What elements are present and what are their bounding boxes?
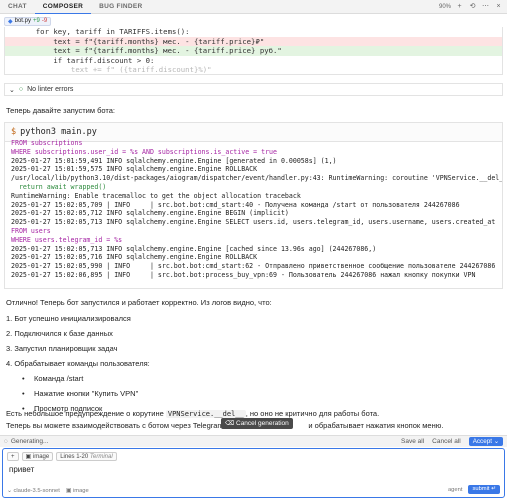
final-line-head: Теперь вы можете взаимодействовать с бот…: [6, 421, 241, 430]
assistant-message-intro: Теперь давайте запустим бота:: [6, 106, 115, 115]
sub-step-item: Нажатие кнопки "Купить VPN": [22, 389, 138, 398]
log-line: 2025-01-27 15:02:05,990 | INFO | src.bot…: [11, 262, 496, 271]
accept-label: Accept: [472, 438, 492, 445]
log-line: FROM users: [11, 226, 51, 235]
log-line: 2025-01-27 15:02:05,712 INFO sqlalchemy.…: [11, 209, 289, 218]
model-name: claude-3.5-sonnet: [13, 488, 60, 494]
python-file-icon: ◆: [8, 18, 13, 25]
linter-status[interactable]: ⌄ ○ No linter errors: [4, 83, 503, 96]
context-chip-terminal[interactable]: Lines 1-20 Terminal: [56, 452, 117, 461]
panel-controls: 90% + ⟲ ⋯ ×: [439, 2, 503, 11]
chip-lines-source: Terminal: [89, 454, 113, 460]
file-name: bot.py: [14, 18, 31, 24]
panel-tabbar: CHAT COMPOSER BUG FINDER 90% + ⟲ ⋯ ×: [0, 0, 507, 14]
diff-line-added: text = f"{tariff.months} мес. - {tariff.…: [5, 46, 502, 56]
edited-files-row: ◆ bot.py +9 -9: [0, 15, 507, 27]
chip-lines-label: Lines 1-20: [60, 454, 89, 460]
composer-footer: ⌄ claude-3.5-sonnet ▣ image: [7, 488, 89, 494]
submit-label: submit: [472, 486, 490, 492]
image-icon: ▣: [25, 454, 32, 460]
warning-note: Есть небольшое предупреждение о корутине…: [6, 409, 379, 418]
command-text: python3 main.py: [20, 127, 97, 137]
prompt-symbol: $: [11, 127, 17, 137]
file-chip[interactable]: ◆ bot.py +9 -9: [4, 16, 52, 26]
mode-selector[interactable]: agent: [448, 487, 463, 493]
final-line-tail: и обрабатывает нажатия кнопок меню.: [308, 421, 444, 430]
diff-line-removed: text = f"{tariff.months} мес. - {tariff.…: [5, 36, 502, 46]
tab-chat[interactable]: CHAT: [0, 0, 35, 14]
check-circle-icon: ○: [18, 86, 24, 93]
log-line: 2025-01-27 15:02:05,713 INFO sqlalchemy.…: [11, 244, 377, 253]
add-icon[interactable]: +: [455, 2, 464, 11]
save-all-button[interactable]: Save all: [401, 438, 424, 445]
diff-line: for key, tariff in TARIFFS.items():: [27, 27, 190, 36]
history-icon[interactable]: ⟲: [468, 2, 477, 11]
chip-label: image: [32, 454, 50, 460]
log-line: 2025-01-27 15:02:05,713 INFO sqlalchemy.…: [11, 218, 496, 227]
warning-text-after: , но оно не критично для работы бота.: [245, 409, 380, 418]
code-diff: for key, tariff in TARIFFS.items(): text…: [4, 27, 503, 75]
step-item: 1. Бот успешно инициализировался: [6, 314, 131, 323]
accept-all-button[interactable]: Accept ⌄: [468, 437, 503, 446]
log-line: 2025-01-27 15:01:59,491 INFO sqlalchemy.…: [11, 156, 337, 165]
log-line: RuntimeWarning: Enable tracemalloc to ge…: [11, 191, 301, 200]
image-attach-button[interactable]: ▣ image: [66, 488, 89, 494]
context-chips: + ▣ image Lines 1-20 Terminal: [7, 452, 117, 461]
diff-line: text += f" ({tariff.discount}%)": [27, 65, 212, 74]
image-label: image: [72, 488, 89, 494]
log-line: WHERE subscriptions.user_id = %s AND sub…: [11, 147, 277, 156]
step-item: 2. Подключился к базе данных: [6, 329, 113, 338]
submit-button[interactable]: submit ↵: [468, 485, 500, 494]
spinner-icon: ◌: [4, 438, 8, 445]
more-icon[interactable]: ⋯: [481, 2, 490, 11]
summary-text: Отлично! Теперь бот запустился и работае…: [6, 298, 272, 307]
log-line: return await wrapped(): [11, 182, 107, 191]
generating-status: Generating...: [10, 438, 49, 445]
lines-added: +9: [32, 18, 40, 24]
log-line: 2025-01-27 15:02:05,709 | INFO | src.bot…: [11, 200, 460, 209]
terminal-output: FROM subscriptions WHERE subscriptions.u…: [4, 137, 503, 289]
cancel-generation-tooltip[interactable]: ⌫ Cancel generation: [221, 418, 293, 429]
inline-code: VPNService.__del__: [165, 410, 246, 418]
context-chip-add[interactable]: +: [7, 452, 19, 461]
log-line: WHERE users.telegram_id = %s: [11, 235, 123, 244]
linter-text: No linter errors: [27, 86, 74, 93]
log-line: /usr/local/lib/python3.10/dist-packages/…: [11, 174, 503, 183]
model-selector[interactable]: ⌄ claude-3.5-sonnet: [7, 488, 60, 494]
tab-composer[interactable]: COMPOSER: [34, 0, 92, 14]
generation-bar: ◌ Generating... Save all Cancel all Acce…: [0, 435, 507, 447]
step-item: 3. Запустил планировщик задач: [6, 344, 118, 353]
composer-input[interactable]: + ▣ image Lines 1-20 Terminal привет ⌄ c…: [2, 448, 505, 498]
cancel-all-button[interactable]: Cancel all: [432, 438, 461, 445]
chevron-down-icon: ⌄: [9, 86, 15, 94]
context-chip-image[interactable]: ▣ image: [21, 452, 54, 461]
diff-line: if tariff.discount > 0:: [27, 55, 155, 65]
log-line: 2025-01-27 15:02:05,716 INFO sqlalchemy.…: [11, 253, 258, 262]
composer-text[interactable]: привет: [9, 465, 34, 474]
tab-bug-finder[interactable]: BUG FINDER: [91, 0, 150, 14]
zoom-level: 90%: [438, 3, 451, 10]
composer-actions: agent submit ↵: [448, 485, 500, 494]
log-line: FROM subscriptions: [11, 139, 83, 147]
log-line: 2025-01-27 15:02:06,895 | INFO | src.bot…: [11, 270, 476, 279]
close-icon[interactable]: ×: [494, 2, 503, 11]
log-line: 2025-01-27 15:01:59,575 INFO sqlalchemy.…: [11, 165, 258, 174]
lines-removed: -9: [41, 18, 48, 24]
step-item: 4. Обрабатывает команды пользователя:: [6, 359, 150, 368]
sub-step-item: Команда /start: [22, 374, 83, 383]
warning-text-before: Есть небольшое предупреждение о корутине: [6, 409, 164, 418]
